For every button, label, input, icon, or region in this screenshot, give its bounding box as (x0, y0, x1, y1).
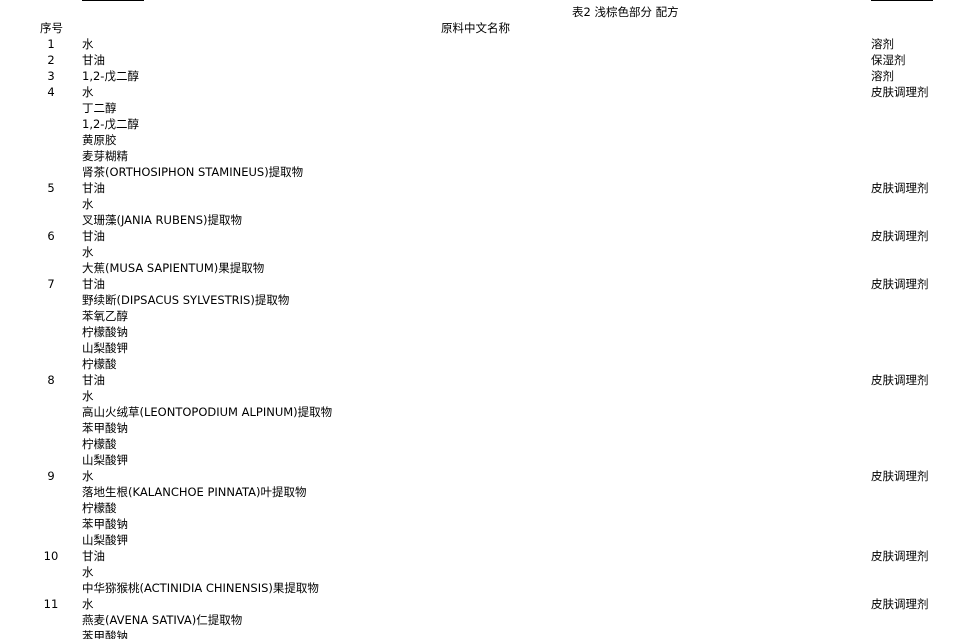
ingredient-function: 皮肤调理剂 (871, 229, 929, 243)
ingredient-name: 1,2-戊二醇 (82, 69, 139, 83)
ingredient-function: 皮肤调理剂 (871, 85, 929, 99)
ingredient-function: 保湿剂 (871, 53, 906, 67)
ingredient-name: 麦芽糊精 (82, 149, 128, 163)
row-number: 3 (47, 69, 55, 83)
ingredient-name: 水 (82, 565, 94, 579)
ingredient-name: 苯氧乙醇 (82, 309, 128, 323)
ingredient-name: 1,2-戊二醇 (82, 117, 139, 131)
table-row: 1 溶剂 水 (0, 36, 954, 52)
ingredient-function: 皮肤调理剂 (871, 181, 929, 195)
row-number: 6 (47, 229, 55, 243)
ingredient-name: 黄原胶 (82, 133, 117, 147)
ingredient-function: 皮肤调理剂 (871, 549, 929, 563)
table-row: 6 皮肤调理剂 甘油水大蕉(MUSA SAPIENTUM)果提取物 (0, 228, 954, 276)
table-row: 8 皮肤调理剂 甘油水高山火绒草(LEONTOPODIUM ALPINUM)提取物苯… (0, 372, 954, 468)
ingredient-name: 甘油 (82, 53, 105, 67)
ingredient-function: 溶剂 (871, 69, 894, 83)
ingredient-name: 甘油 (82, 373, 105, 387)
ingredient-name: 柠檬酸钠 (82, 325, 128, 339)
row-number: 5 (47, 181, 55, 195)
row-number: 11 (43, 597, 59, 611)
ingredient-name: 水 (82, 37, 94, 51)
ingredient-name: 中华猕猴桃(ACTINIDIA CHINENSIS)果提取物 (82, 581, 319, 595)
ingredient-name: 水 (82, 197, 94, 211)
ingredient-name: 大蕉(MUSA SAPIENTUM)果提取物 (82, 261, 265, 275)
row-number: 8 (47, 373, 55, 387)
ingredient-name: 肾茶(ORTHOSIPHON STAMINEUS)提取物 (82, 165, 304, 179)
ingredient-name: 落地生根(KALANCHOE PINNATA)叶提取物 (82, 485, 307, 499)
ingredient-name: 水 (82, 597, 94, 611)
ingredient-name: 丁二醇 (82, 101, 117, 115)
ingredient-name: 甘油 (82, 181, 105, 195)
ingredient-name: 燕麦(AVENA SATIVA)仁提取物 (82, 613, 243, 627)
formula-table-body: 1 溶剂水 2 保湿剂 甘油 3 溶剂 1,2-戊二醇 4 皮肤调理剂水丁二醇 1,2-戊二醇 黄原胶… (0, 36, 954, 639)
ingredient-name: 苯甲酸钠 (82, 517, 128, 531)
table-row: 10 皮肤调理剂 甘油水中华猕猴桃(ACTINIDIA CHINENSIS)果提取物 (0, 548, 954, 596)
ingredient-name: 山梨酸钾 (82, 453, 128, 467)
table-row: 4 皮肤调理剂 水丁二醇 1,2-戊二醇 黄原胶麦芽糊精肾茶(ORTHOSIPHON S… (0, 84, 954, 180)
clipped-top-text-left (82, 0, 172, 7)
ingredient-name: 野续断(DIPSACUS SYLVESTRIS)提取物 (82, 293, 290, 307)
row-number: 2 (47, 53, 55, 67)
table-row: 11 皮肤调理剂 水燕麦(AVENA SATIVA)仁提取物苯甲酸钠 (0, 596, 954, 639)
ingredient-name: 水 (82, 85, 94, 99)
row-number: 9 (47, 469, 55, 483)
table-title: 表2 浅棕色部分 配方 (572, 5, 679, 19)
ingredient-name: 甘油 (82, 277, 105, 291)
ingredient-name: 苯甲酸钠 (82, 629, 128, 639)
table-row: 9 皮肤调理剂 水落地生根(KALANCHOE PINNATA)叶提取物 柠檬酸苯甲酸… (0, 468, 954, 548)
ingredient-name: 柠檬酸 (82, 437, 117, 451)
clipped-top-text-right (871, 0, 941, 7)
column-header-seq: 序号 (40, 21, 63, 35)
ingredient-name: 水 (82, 245, 94, 259)
ingredient-name: 水 (82, 469, 94, 483)
ingredient-name: 水 (82, 389, 94, 403)
ingredient-name: 高山火绒草(LEONTOPODIUM ALPINUM)提取物 (82, 405, 333, 419)
ingredient-function: 皮肤调理剂 (871, 597, 929, 611)
row-number: 10 (43, 549, 59, 563)
ingredient-name: 苯甲酸钠 (82, 421, 128, 435)
ingredient-name: 甘油 (82, 229, 105, 243)
table-row: 2 保湿剂 甘油 (0, 52, 954, 68)
ingredient-name: 山梨酸钾 (82, 533, 128, 547)
ingredient-name: 山梨酸钾 (82, 341, 128, 355)
column-header-name: 原料中文名称 (441, 21, 510, 35)
row-number: 1 (47, 37, 55, 51)
ingredient-name: 柠檬酸 (82, 357, 117, 371)
ingredient-name: 甘油 (82, 549, 105, 563)
ingredient-function: 皮肤调理剂 (871, 469, 929, 483)
row-number: 7 (47, 277, 55, 291)
table-row: 7 皮肤调理剂 甘油野续断(DIPSACUS SYLVESTRIS)提取物 苯氧乙醇柠… (0, 276, 954, 372)
ingredient-function: 皮肤调理剂 (871, 277, 929, 291)
ingredient-function: 溶剂 (871, 37, 894, 51)
ingredient-function: 皮肤调理剂 (871, 373, 929, 387)
ingredient-name: 叉珊藻(JANIA RUBENS)提取物 (82, 213, 243, 227)
table-row: 5 皮肤调理剂 甘油水叉珊藻(JANIA RUBENS)提取物 (0, 180, 954, 228)
row-number: 4 (47, 85, 55, 99)
ingredient-name: 柠檬酸 (82, 501, 117, 515)
table-row: 3 溶剂 1,2-戊二醇 (0, 68, 954, 84)
